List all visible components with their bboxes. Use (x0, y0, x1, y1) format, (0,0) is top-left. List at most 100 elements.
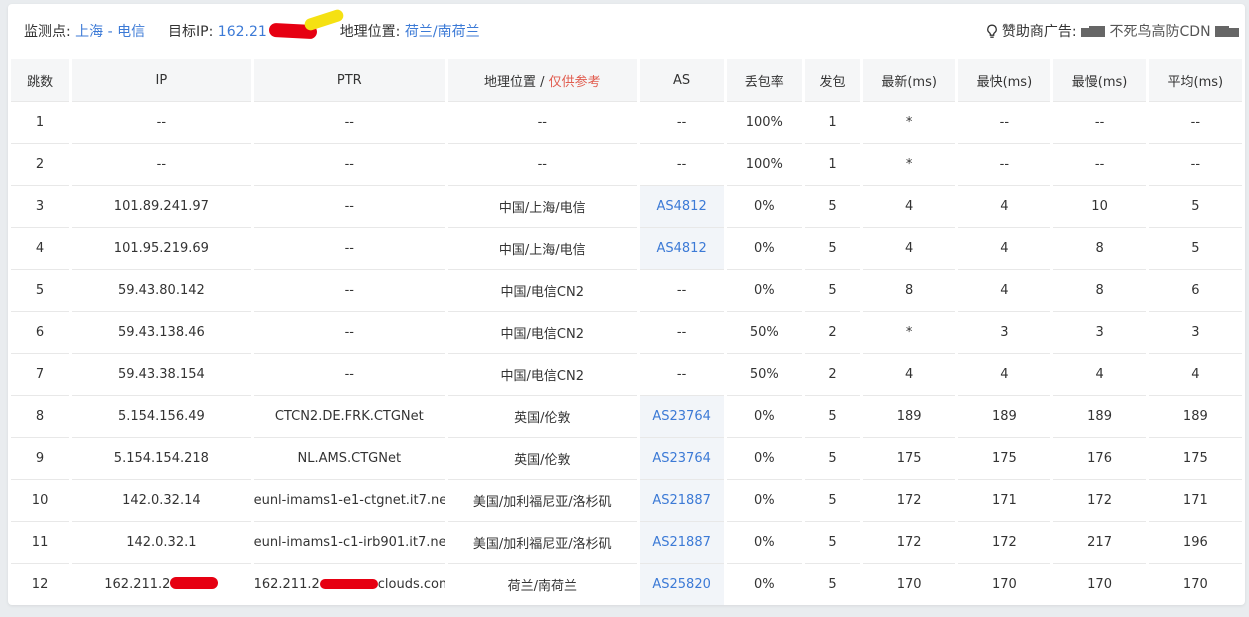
target-label: 目标IP: (168, 24, 214, 40)
cell-avg: 171 (1148, 479, 1242, 521)
cell-loss: 100% (726, 101, 802, 143)
cell-avg: 5 (1148, 227, 1242, 269)
cell-geo: 中国/电信CN2 (448, 311, 637, 353)
cell-avg: 4 (1148, 353, 1242, 395)
cell-best: 170 (958, 563, 1051, 605)
target-value[interactable]: 162.21 (218, 24, 267, 40)
table-row: 2 -- -- -- -- 100% 1 * -- -- -- (11, 143, 1242, 185)
cell-last: * (863, 101, 956, 143)
cell-geo: 中国/电信CN2 (448, 269, 637, 311)
cell-best: 4 (958, 185, 1051, 227)
redaction-mark (170, 577, 219, 589)
table-row: 7 59.43.38.154 -- 中国/电信CN2 -- 50% 2 4 4 4 4 (11, 353, 1242, 395)
monitor-value[interactable]: 上海 - 电信 (75, 24, 145, 40)
cell-loss: 50% (726, 353, 802, 395)
cell-worst: 217 (1053, 521, 1146, 563)
col-geo-label: 地理位置 (483, 74, 536, 90)
cell-best: 172 (958, 521, 1051, 563)
cell-hop: 8 (11, 395, 70, 437)
cell-sent: 2 (804, 311, 861, 353)
sponsor-text[interactable]: 不死鸟高防CDN (1110, 24, 1211, 40)
col-geo-sep: / (535, 74, 549, 90)
cell-ptr: -- (253, 227, 446, 269)
cell-ip: 101.89.241.97 (72, 185, 251, 227)
cell-last: 175 (863, 437, 956, 479)
cell-loss: 0% (726, 185, 802, 227)
cell-as: -- (639, 101, 724, 143)
cell-best: 171 (958, 479, 1051, 521)
cell-hop: 1 (11, 101, 70, 143)
cell-as: -- (639, 143, 724, 185)
table-row: 1 -- -- -- -- 100% 1 * -- -- -- (11, 101, 1242, 143)
cell-avg: 196 (1148, 521, 1242, 563)
cell-geo: 英国/伦敦 (448, 437, 637, 479)
cell-ip: 5.154.154.218 (72, 437, 251, 479)
sponsor-ad[interactable]: 赞助商广告: 不死鸟高防CDN (986, 21, 1239, 43)
cell-geo: -- (448, 143, 637, 185)
traceroute-table: 跳数 IP PTR 地理位置 / 仅供参考 AS 丢包率 发包 最新(ms) 最… (8, 59, 1245, 605)
as-link[interactable]: AS21887 (639, 479, 724, 521)
redaction-mark (319, 579, 378, 589)
geo-value[interactable]: 荷兰/南荷兰 (405, 24, 480, 40)
cell-avg: -- (1148, 143, 1242, 185)
table-row: 5 59.43.80.142 -- 中国/电信CN2 -- 0% 5 8 4 8 6 (11, 269, 1242, 311)
cell-ptr: -- (253, 185, 446, 227)
cell-best: 3 (958, 311, 1051, 353)
cell-avg: 189 (1148, 395, 1242, 437)
cell-sent: 5 (804, 437, 861, 479)
cell-worst: 189 (1053, 395, 1146, 437)
table-row: 11 142.0.32.1 eunl-imams1-c1-irb901.it7.ne… (11, 521, 1242, 563)
cell-last: * (863, 311, 956, 353)
table-row: 9 5.154.154.218 NL.AMS.CTGNet 英国/伦敦 AS23764 0… (11, 437, 1242, 479)
cell-avg: -- (1148, 101, 1242, 143)
cell-worst: -- (1053, 143, 1146, 185)
cell-avg: 170 (1148, 563, 1242, 605)
cell-worst: 10 (1053, 185, 1146, 227)
cell-hop: 11 (11, 521, 70, 563)
probe-info: 监测点: 上海 - 电信 目标IP: 162.21 地理位置: 荷兰/南荷兰 (24, 21, 480, 41)
as-link[interactable]: AS4812 (639, 185, 724, 227)
cell-ip: -- (72, 101, 251, 143)
cell-loss: 0% (726, 227, 802, 269)
as-link[interactable]: AS23764 (639, 395, 724, 437)
cell-best: -- (958, 143, 1051, 185)
ptr-suffix: clouds.com (377, 577, 446, 592)
col-geo: 地理位置 / 仅供参考 (448, 59, 637, 101)
cell-loss: 0% (726, 563, 802, 605)
as-link[interactable]: AS25820 (639, 563, 724, 605)
cell-best: 175 (958, 437, 1051, 479)
cell-geo: 中国/上海/电信 (448, 227, 637, 269)
as-link[interactable]: AS4812 (639, 227, 724, 269)
cell-sent: 1 (804, 101, 861, 143)
col-best: 最快(ms) (958, 59, 1051, 101)
cell-worst: 8 (1053, 269, 1146, 311)
cell-ip: -- (72, 143, 251, 185)
col-ptr: PTR (253, 59, 446, 101)
cell-sent: 5 (804, 227, 861, 269)
cell-sent: 1 (804, 143, 861, 185)
cell-sent: 5 (804, 563, 861, 605)
cell-hop: 9 (11, 437, 70, 479)
cell-avg: 175 (1148, 437, 1242, 479)
cell-last: 4 (863, 353, 956, 395)
col-last: 最新(ms) (863, 59, 956, 101)
monitor-label: 监测点: (24, 24, 71, 40)
col-hop: 跳数 (11, 59, 70, 101)
lightbulb-icon (986, 24, 998, 43)
cell-ip: 59.43.80.142 (72, 269, 251, 311)
cell-worst: 3 (1053, 311, 1146, 353)
col-ip: IP (72, 59, 251, 101)
info-bar: 监测点: 上海 - 电信 目标IP: 162.21 地理位置: 荷兰/南荷兰 赞… (8, 4, 1245, 56)
cell-geo: 美国/加利福尼亚/洛杉矶 (448, 479, 637, 521)
cell-last: 4 (863, 185, 956, 227)
cell-ip: 101.95.219.69 (72, 227, 251, 269)
col-loss: 丢包率 (726, 59, 802, 101)
as-link[interactable]: AS23764 (639, 437, 724, 479)
col-avg: 平均(ms) (1148, 59, 1242, 101)
cell-geo: 荷兰/南荷兰 (448, 563, 637, 605)
cell-last: 4 (863, 227, 956, 269)
ptr-prefix: 162.211.2 (253, 577, 320, 592)
as-link[interactable]: AS21887 (639, 521, 724, 563)
cell-ip: 5.154.156.49 (72, 395, 251, 437)
table-header-row: 跳数 IP PTR 地理位置 / 仅供参考 AS 丢包率 发包 最新(ms) 最… (11, 59, 1242, 101)
